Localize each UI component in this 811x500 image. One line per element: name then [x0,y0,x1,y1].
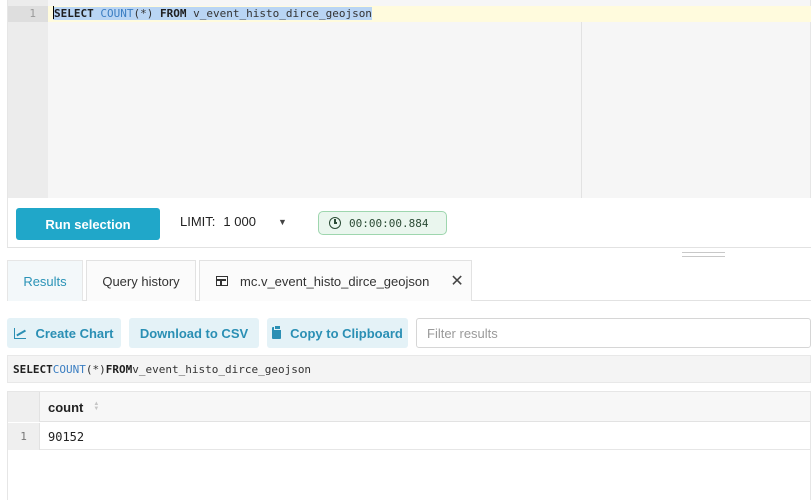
execution-timer: 00:00:00.884 [318,211,447,235]
row-number-header [8,392,40,422]
sort-icon[interactable]: ▲ ▼ [93,401,99,412]
editor-active-line: 1 SELECT COUNT(*) FROM v_event_histo_dir… [8,6,811,22]
chart-icon [14,327,27,339]
editor-code-line[interactable]: SELECT COUNT(*) FROM v_event_histo_dirce… [53,6,372,22]
create-chart-button[interactable]: Create Chart [7,318,121,348]
caret-down-icon[interactable]: ▼ [278,217,287,227]
results-grid: count ▲ ▼ 1 90152 [7,391,811,500]
editor-toolbar: Run selection LIMIT: 1 000 ▼ 00:00:00.88… [7,198,811,248]
results-tabs: Results Query history mc.v_event_histo_d… [7,260,811,301]
tab-results[interactable]: Results [7,260,83,301]
copy-to-clipboard-button[interactable]: Copy to Clipboard [267,318,408,348]
table-icon [216,276,228,286]
close-icon[interactable]: ✕ [450,271,463,291]
run-selection-button[interactable]: Run selection [16,208,160,240]
editor-gutter [8,0,48,198]
sql-editor[interactable]: 1 SELECT COUNT(*) FROM v_event_histo_dir… [7,0,811,198]
line-number: 1 [29,7,36,20]
filter-results-input[interactable] [416,318,811,348]
table-cell[interactable]: 90152 [48,423,84,450]
clock-icon [329,217,341,229]
column-header-count[interactable]: count ▲ ▼ [48,392,99,422]
tab-query-history[interactable]: Query history [86,260,196,301]
executed-query: SELECT COUNT (*) FROM v_event_histo_dirce… [7,355,811,383]
tab-table-preview[interactable]: mc.v_event_histo_dirce_geojson ✕ [199,260,472,301]
download-csv-button[interactable]: Download to CSV [129,318,259,348]
limit-select[interactable]: LIMIT: 1 000 ▼ [180,214,287,229]
limit-label: LIMIT: [180,214,216,229]
table-row: 1 90152 [8,423,810,450]
grid-header: count ▲ ▼ [8,392,810,422]
panel-resize-handle[interactable] [682,252,725,257]
clipboard-icon [272,325,282,339]
row-number: 1 [8,423,40,450]
timer-value: 00:00:00.884 [349,216,429,230]
results-actions: Create Chart Download to CSV Copy to Cli… [7,318,811,348]
editor-print-margin [581,22,582,198]
limit-value: 1 000 [223,214,256,229]
